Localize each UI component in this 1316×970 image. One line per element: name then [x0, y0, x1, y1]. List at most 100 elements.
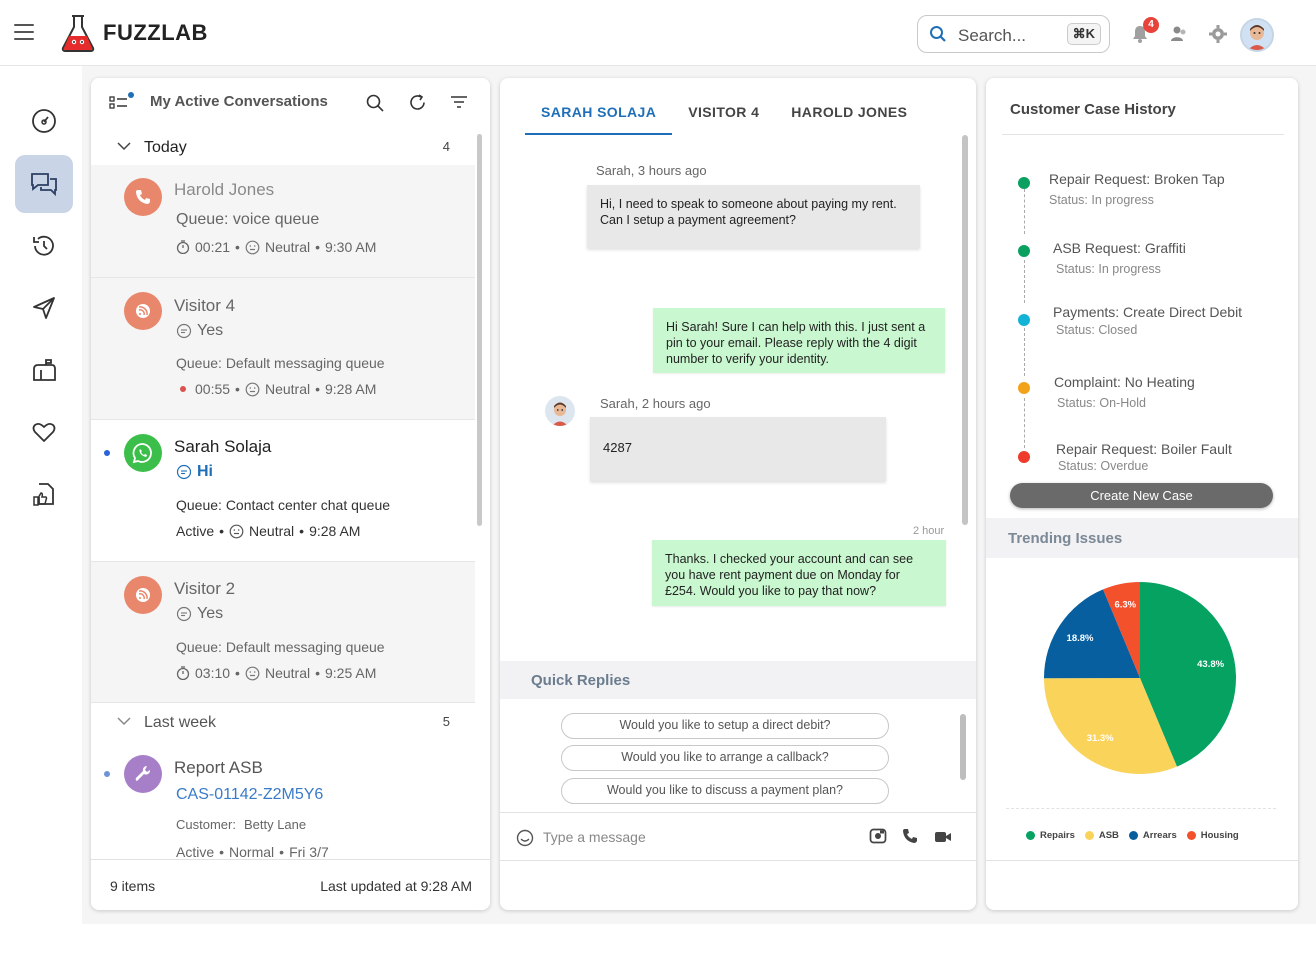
nav-history[interactable] [15, 217, 73, 275]
case-history-panel: Customer Case History Repair Request: Br… [986, 78, 1298, 910]
message-input[interactable]: Type a message [543, 829, 646, 845]
customer-avatar [545, 396, 575, 426]
conversations-title: My Active Conversations [150, 93, 328, 110]
search-shortcut: ⌘K [1066, 23, 1101, 45]
quick-reply-button[interactable]: Would you like to arrange a callback? [561, 745, 889, 771]
group-last-week[interactable]: Last week 5 [91, 708, 476, 740]
chat-tabs: SARAH SOLAJA VISITOR 4 HAROLD JONES [525, 78, 923, 135]
conversation-name: Visitor 2 [174, 579, 236, 598]
quick-replies-scrollbar[interactable] [960, 714, 966, 780]
tab-harold-jones[interactable]: HAROLD JONES [775, 78, 923, 135]
legend-swatch [1084, 831, 1094, 840]
nav-mailbox[interactable] [15, 341, 73, 399]
case-number-link[interactable]: CAS-01142-Z2M5Y6 [176, 786, 323, 804]
conversation-meta: 00:55 • Neutral • 9:28 AM [176, 381, 376, 397]
wrench-icon [124, 755, 162, 793]
conversations-header: My Active Conversations [91, 78, 490, 130]
search-box[interactable]: Search... ⌘K [917, 15, 1110, 53]
conversation-item[interactable]: Sarah Solaja Hi Queue: Contact center ch… [91, 420, 475, 562]
conversation-queue: Queue: Default messaging queue [176, 355, 385, 371]
legend-item[interactable]: Housing [1186, 830, 1239, 841]
phone-call-icon[interactable] [902, 828, 918, 844]
pie-label: 43.8% [1197, 659, 1224, 670]
document-like-icon [33, 483, 54, 506]
create-new-case-button[interactable]: Create New Case [1010, 483, 1273, 508]
chat-scrollbar[interactable] [962, 135, 968, 525]
neutral-face-icon [245, 666, 260, 680]
case-title[interactable]: Complaint: No Heating [1054, 374, 1195, 390]
user-avatar[interactable] [1240, 18, 1274, 52]
outgoing-message: Thanks. I checked your account and can s… [652, 540, 946, 606]
phone-icon [124, 178, 162, 216]
status-dot [1018, 382, 1030, 394]
whatsapp-icon [124, 434, 162, 472]
group-count: 4 [442, 139, 450, 154]
incoming-message: 4287 [590, 417, 886, 481]
menu-icon[interactable] [14, 24, 34, 40]
people-icon[interactable] [1169, 24, 1189, 44]
gauge-icon [32, 109, 56, 133]
quick-reply-button[interactable]: Would you like to discuss a payment plan… [561, 778, 889, 804]
case-status: Status: Overdue [1058, 459, 1149, 473]
message-composer[interactable]: Type a message [500, 812, 976, 860]
case-title[interactable]: Repair Request: Boiler Fault [1056, 441, 1232, 457]
conversation-queue: Queue: Default messaging queue [176, 639, 385, 655]
gear-icon[interactable] [1208, 24, 1228, 44]
status-dot [180, 386, 186, 392]
conversation-sentiment: Neutral [249, 523, 295, 539]
conversation-item[interactable]: Visitor 2 Yes Queue: Default messaging q… [91, 562, 475, 703]
group-today[interactable]: Today 4 [91, 133, 476, 165]
send-icon [33, 297, 55, 319]
legend-item[interactable]: Repairs [1026, 830, 1075, 841]
conversation-item[interactable]: Harold Jones Queue: voice queue 00:21 • N… [91, 165, 475, 278]
legend-item[interactable]: Arrears [1128, 830, 1177, 841]
emoji-icon[interactable] [516, 829, 534, 847]
case-title[interactable]: Repair Request: Broken Tap [1049, 171, 1225, 187]
list-icon [109, 92, 134, 109]
conversation-name: Report ASB [174, 758, 263, 777]
nav-conversations[interactable] [15, 155, 73, 213]
conversation-time: 9:25 AM [325, 665, 377, 681]
chevron-down-icon [117, 717, 131, 726]
incoming-message: Hi, I need to speak to someone about pay… [587, 185, 920, 248]
right-panel-footer [986, 860, 1298, 910]
case-title[interactable]: Payments: Create Direct Debit [1053, 304, 1242, 320]
conversation-item[interactable]: Report ASB CAS-01142-Z2M5Y6 Customer: Be… [91, 743, 475, 860]
legend-swatch [1128, 831, 1138, 840]
chat-panel: SARAH SOLAJA VISITOR 4 HAROLD JONES Sara… [500, 78, 976, 910]
last-updated: Last updated at 9:28 AM [320, 878, 472, 894]
case-title[interactable]: ASB Request: Graffiti [1053, 240, 1186, 256]
refresh-icon[interactable] [408, 93, 427, 112]
mailbox-icon [33, 359, 56, 381]
tab-visitor-4[interactable]: VISITOR 4 [672, 78, 775, 135]
conversation-sentiment: Neutral [264, 239, 311, 255]
conversation-time: 9:28 AM [309, 523, 361, 539]
message-meta: Sarah, 2 hours ago [600, 396, 711, 411]
tab-sarah-solaja[interactable]: SARAH SOLAJA [525, 78, 673, 135]
video-call-icon[interactable] [934, 829, 952, 845]
legend-swatch [1186, 831, 1196, 840]
filter-icon[interactable] [450, 95, 468, 109]
nav-documents[interactable] [15, 465, 73, 523]
chat-icon [124, 576, 162, 614]
attachment-icon[interactable] [869, 827, 887, 845]
conversation-item[interactable]: Visitor 4 Yes Queue: Default messaging q… [91, 278, 475, 420]
conversation-name: Sarah Solaja [174, 437, 272, 456]
message-icon [176, 464, 192, 480]
conversation-time: 9:30 AM [325, 239, 377, 255]
quick-reply-button[interactable]: Would you like to setup a direct debit? [561, 713, 889, 739]
legend-item[interactable]: ASB [1084, 830, 1119, 841]
group-count: 5 [442, 714, 450, 729]
nav-favorites[interactable] [15, 403, 73, 461]
history-icon [33, 235, 54, 256]
timeline-connector [1024, 260, 1025, 303]
pie-label: 31.3% [1087, 733, 1114, 744]
timer-icon [176, 666, 190, 680]
nav-send[interactable] [15, 279, 73, 337]
conversation-sentiment: Neutral [264, 381, 311, 397]
search-icon[interactable] [366, 94, 384, 112]
legend-label: Repairs [1040, 830, 1075, 841]
chat-footer [500, 860, 976, 910]
nav-dashboard[interactable] [15, 92, 73, 150]
list-scrollbar[interactable] [477, 134, 482, 526]
